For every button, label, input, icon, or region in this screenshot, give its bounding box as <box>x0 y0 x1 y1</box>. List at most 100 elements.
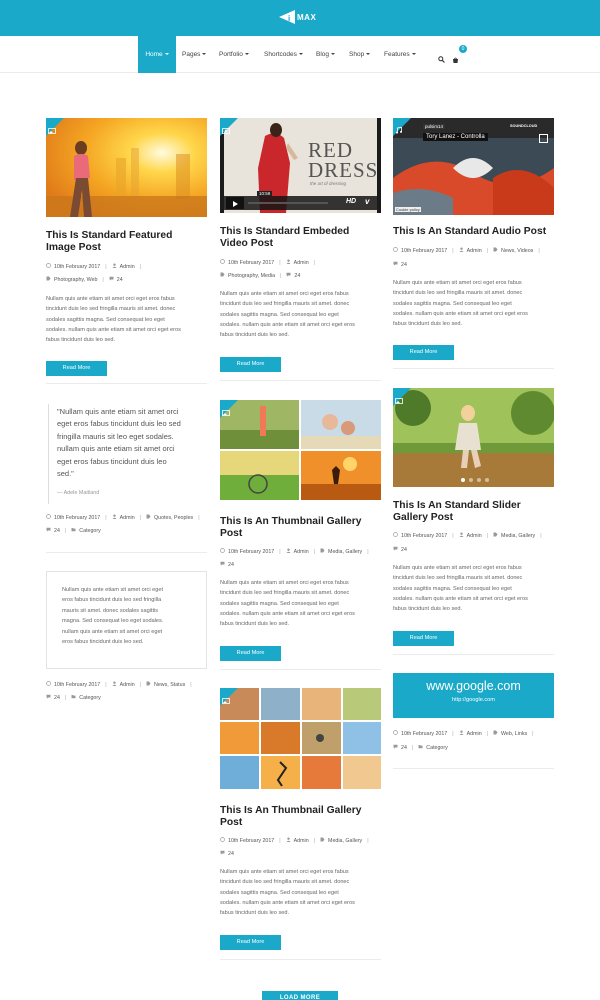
post-author[interactable]: Admin <box>467 248 482 254</box>
gallery-grid[interactable] <box>220 688 381 789</box>
comment-count[interactable]: 24 <box>401 262 407 268</box>
meta-separator: | <box>411 744 414 751</box>
read-more-button[interactable]: Read More <box>46 361 107 376</box>
chevron-down-icon <box>164 53 169 56</box>
meta-separator: | <box>538 247 540 254</box>
tag-icon <box>320 548 325 555</box>
video-progress[interactable] <box>248 202 328 204</box>
post-category[interactable]: Category <box>79 695 101 701</box>
post-categories[interactable]: Web, Links <box>501 731 527 737</box>
post-categories[interactable]: News, Status <box>154 682 185 688</box>
post-categories[interactable]: Media, Gallery <box>328 549 362 555</box>
post-author[interactable]: Admin <box>294 549 309 555</box>
post-author[interactable]: Admin <box>467 533 482 539</box>
slider-dot[interactable] <box>477 478 481 482</box>
post-categories[interactable]: News, Videos <box>501 248 533 254</box>
post-category[interactable]: Category <box>79 528 101 534</box>
nav-pages[interactable]: Pages <box>182 36 207 73</box>
cart-icon[interactable] <box>452 51 459 69</box>
post-title[interactable]: This Is An Thumbnail Gallery Post <box>220 805 362 829</box>
comment-count[interactable]: 24 <box>117 277 123 283</box>
excerpt-line: sodales sagittis magna. Sed consequat le… <box>393 585 512 592</box>
featured-image[interactable] <box>46 118 207 217</box>
cookie-policy-link[interactable]: Cookie policy <box>395 207 421 212</box>
nav-shortcodes[interactable]: Shortcodes <box>264 36 303 73</box>
status-line: eros fabus tincidunt duis leo sed fringi… <box>62 597 162 604</box>
comment-count[interactable]: 24 <box>54 695 60 701</box>
post-title[interactable]: This Is An Standard Slider Gallery Post <box>393 500 521 524</box>
read-more-button[interactable]: Read More <box>393 631 454 646</box>
nav-features[interactable]: Features <box>384 36 416 73</box>
audio-user[interactable]: pulsim14 <box>423 124 446 129</box>
share-icon[interactable] <box>539 134 548 143</box>
comment-count[interactable]: 24 <box>401 745 407 751</box>
post-divider <box>393 368 554 369</box>
post-author[interactable]: Admin <box>120 264 135 270</box>
logo-text: MAX <box>297 13 317 22</box>
post-categories[interactable]: Media, Gallery <box>501 533 535 539</box>
read-more-button[interactable]: Read More <box>220 357 281 372</box>
post-categories[interactable]: Quotes, Peoples <box>154 515 193 521</box>
slider-dot[interactable] <box>469 478 473 482</box>
comment-count[interactable]: 24 <box>54 528 60 534</box>
excerpt-line: sodales. nullam quis ante etiam sit amet… <box>46 326 181 333</box>
post-title[interactable]: This Is Standard Embeded Video Post <box>220 226 349 250</box>
link-box[interactable]: www.google.com http://google.com <box>393 673 554 718</box>
comment-count[interactable]: 24 <box>228 562 234 568</box>
nav-shop[interactable]: Shop <box>349 36 371 73</box>
slider-dot[interactable] <box>461 478 465 482</box>
quote-line: eget eros fabus tincidunt duis leo sed <box>57 419 181 429</box>
post-date: 10th February 2017 <box>228 837 275 844</box>
search-icon[interactable] <box>438 50 445 68</box>
soundcloud-logo[interactable]: SOUNDCLOUD <box>510 124 537 128</box>
clock-icon <box>393 247 398 254</box>
post-category[interactable]: Category <box>426 745 448 751</box>
image-slider[interactable] <box>393 388 554 487</box>
post-author[interactable]: Admin <box>294 838 309 844</box>
clock-icon <box>46 681 51 688</box>
status-line: magna. Sed consequat leo eget sodales. <box>62 618 164 625</box>
audio-player[interactable]: pulsim14 Tory Lanez - Controlla SOUNDCLO… <box>393 118 554 215</box>
post-author[interactable]: Admin <box>120 515 135 521</box>
post-title[interactable]: This Is An Standard Audio Post <box>393 226 546 238</box>
meta-separator: | <box>367 837 369 844</box>
gallery-grid[interactable] <box>220 400 381 500</box>
comment-count[interactable]: 24 <box>228 851 234 857</box>
status-text: Nullam quis ante etiam sit amet orci ege… <box>62 585 163 647</box>
vimeo-logo[interactable]: v <box>365 197 369 206</box>
post-meta: 10th February 2017 | Admin | Quotes, Peo… <box>46 514 205 521</box>
nav-portfolio[interactable]: Portfolio <box>219 36 249 73</box>
nav-blog[interactable]: Blog <box>316 36 336 73</box>
comment-count[interactable]: 24 <box>401 547 407 553</box>
comment-count[interactable]: 24 <box>294 273 300 279</box>
post-author[interactable]: Admin <box>120 682 135 688</box>
user-icon <box>459 247 464 254</box>
post-meta: 10th February 2017 | Admin | <box>46 263 146 270</box>
post-date: 10th February 2017 <box>228 548 275 555</box>
post-categories[interactable]: Media, Gallery <box>328 838 362 844</box>
video-player[interactable]: RED DRESS the art of dressing 10:59 HD v <box>220 118 381 213</box>
post-date: 10th February 2017 <box>54 681 101 688</box>
logo-icon: i <box>279 10 295 24</box>
post-divider <box>220 669 381 670</box>
post-divider <box>46 552 207 553</box>
read-more-button[interactable]: Read More <box>393 345 454 360</box>
title-line: Post <box>220 817 243 828</box>
read-more-button[interactable]: Read More <box>220 646 281 661</box>
load-more-button[interactable]: LOAD MORE <box>262 991 338 1000</box>
post-categories[interactable]: Photography, Media <box>228 273 275 279</box>
hd-badge[interactable]: HD <box>346 198 356 205</box>
post-author[interactable]: Admin <box>294 260 309 266</box>
post-meta: 10th February 2017 | Admin | Media, Gall… <box>220 548 374 555</box>
nav-home[interactable]: Home <box>138 36 176 73</box>
post-categories[interactable]: Photography, Web <box>54 277 97 283</box>
user-icon <box>459 730 464 737</box>
read-more-button[interactable]: Read More <box>220 935 281 950</box>
slider-dot[interactable] <box>485 478 489 482</box>
site-logo[interactable]: i MAX <box>279 10 316 24</box>
audio-track[interactable]: Tory Lanez - Controlla <box>423 133 488 141</box>
post-author[interactable]: Admin <box>467 731 482 737</box>
post-title[interactable]: This Is Standard Featured Image Post <box>46 230 172 254</box>
play-button[interactable] <box>226 197 244 209</box>
post-title[interactable]: This Is An Thumbnail Gallery Post <box>220 516 362 540</box>
